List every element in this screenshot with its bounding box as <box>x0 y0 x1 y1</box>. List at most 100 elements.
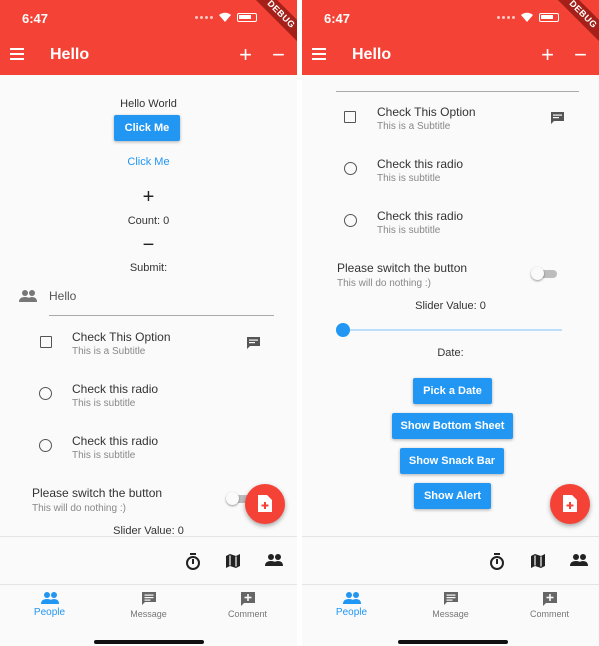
text-field-value: Hello <box>49 289 77 303</box>
nav-item-comment[interactable]: Comment <box>500 591 599 619</box>
phone-screen-left: 6:47 DEBUG Hello + − Hello World Click M… <box>0 0 297 646</box>
checkbox[interactable] <box>40 336 52 348</box>
home-indicator[interactable] <box>94 640 204 644</box>
radio-tile-2[interactable]: Check this radio This is subtitle <box>0 434 297 474</box>
nav-item-message[interactable]: Message <box>401 591 500 619</box>
slider-track <box>336 329 562 331</box>
show-alert-button[interactable]: Show Alert <box>414 483 491 509</box>
app-bar-title: Hello <box>352 46 392 63</box>
radio-1-title: Check this radio <box>72 382 159 396</box>
date-label: Date: <box>437 347 464 359</box>
radio-2-title: Check this radio <box>377 209 464 223</box>
status-time: 6:47 <box>22 11 49 26</box>
add-icon[interactable]: + <box>541 44 554 66</box>
menu-icon[interactable] <box>312 48 326 60</box>
scroll-content[interactable]: Hello World Click Me Click Me + Count: 0… <box>0 75 297 536</box>
click-me-link-button[interactable]: Click Me <box>0 156 297 168</box>
note-add-icon <box>258 495 272 512</box>
pick-date-button[interactable]: Pick a Date <box>413 378 492 404</box>
value-slider[interactable] <box>336 323 562 337</box>
radio-tile-2[interactable]: Check this radio This is subtitle <box>302 209 599 249</box>
people-icon <box>342 592 361 604</box>
text-field-underline <box>336 91 579 92</box>
remove-icon[interactable]: − <box>272 44 285 66</box>
text-field-underline <box>49 315 274 316</box>
radio-2-subtitle: This is subtitle <box>377 225 441 236</box>
nav-item-message[interactable]: Message <box>99 591 198 619</box>
check-option-tile[interactable]: Check This Option This is a Subtitle <box>302 105 599 145</box>
count-label: Count: 0 <box>127 215 170 227</box>
show-snack-bar-button[interactable]: Show Snack Bar <box>400 448 504 474</box>
nav-label-message: Message <box>130 609 167 619</box>
signal-icon <box>195 15 213 19</box>
add-file-fab[interactable] <box>245 484 285 524</box>
submit-label: Submit: <box>129 262 168 274</box>
radio-1-subtitle: This is subtitle <box>72 398 136 409</box>
radio-2-subtitle: This is subtitle <box>72 450 136 461</box>
switch-title: Please switch the button <box>32 486 163 500</box>
slider-value-label: Slider Value: 0 <box>415 300 486 312</box>
app-bar: 6:47 DEBUG Hello + − <box>0 0 297 75</box>
message-icon <box>443 592 458 605</box>
toggle-switch[interactable] <box>531 267 557 280</box>
debug-banner: DEBUG <box>247 0 297 49</box>
switch-subtitle: This will do nothing :) <box>32 503 126 514</box>
home-indicator[interactable] <box>398 640 508 644</box>
show-bottom-sheet-button[interactable]: Show Bottom Sheet <box>392 413 513 439</box>
add-file-fab[interactable] <box>550 484 590 524</box>
wifi-icon <box>521 12 533 22</box>
app-bar-title: Hello <box>50 46 90 63</box>
battery-icon <box>539 12 559 22</box>
switch-title: Please switch the button <box>337 261 468 275</box>
timer-icon[interactable] <box>185 553 201 570</box>
app-bar: 6:47 DEBUG Hello + − <box>302 0 599 75</box>
nav-label-comment: Comment <box>227 609 267 619</box>
slider-thumb[interactable] <box>336 323 350 337</box>
people-icon <box>40 592 59 604</box>
nav-item-people[interactable]: People <box>0 591 99 618</box>
nav-item-comment[interactable]: Comment <box>198 591 297 619</box>
hello-text-field[interactable]: Hello <box>18 285 274 317</box>
signal-icon <box>497 15 515 19</box>
click-me-button[interactable]: Click Me <box>114 115 180 141</box>
timer-icon[interactable] <box>489 553 505 570</box>
increment-button[interactable]: + <box>0 187 297 207</box>
radio-tile-1[interactable]: Check this radio This is subtitle <box>0 382 297 422</box>
nav-label-people: People <box>335 607 368 618</box>
battery-icon <box>237 12 257 22</box>
check-option-tile[interactable]: Check This Option This is a Subtitle <box>0 330 297 370</box>
status-icons <box>497 12 559 22</box>
radio-button[interactable] <box>39 387 52 400</box>
nav-label-message: Message <box>432 609 469 619</box>
map-icon[interactable] <box>225 553 241 569</box>
decrement-button[interactable]: − <box>0 235 297 255</box>
radio-button[interactable] <box>344 162 357 175</box>
bottom-navigation-bar: People Message Comment <box>302 584 599 646</box>
chat-icon <box>551 112 564 124</box>
radio-button[interactable] <box>39 439 52 452</box>
check-option-subtitle: This is a Subtitle <box>377 121 451 132</box>
add-icon[interactable]: + <box>239 44 252 66</box>
map-icon[interactable] <box>530 553 546 569</box>
menu-icon[interactable] <box>10 48 24 60</box>
remove-icon[interactable]: − <box>574 44 587 66</box>
status-time: 6:47 <box>324 11 351 26</box>
add-comment-icon <box>240 592 255 606</box>
scroll-content[interactable]: Check This Option This is a Subtitle Che… <box>302 75 599 536</box>
people-icon[interactable] <box>569 553 589 567</box>
bottom-toolbar <box>302 536 599 584</box>
note-add-icon <box>563 495 577 512</box>
radio-button[interactable] <box>344 214 357 227</box>
radio-1-title: Check this radio <box>377 157 464 171</box>
hello-world-text: Hello World <box>120 98 177 110</box>
nav-label-people: People <box>33 607 66 618</box>
nav-item-people[interactable]: People <box>302 591 401 618</box>
radio-tile-1[interactable]: Check this radio This is subtitle <box>302 157 599 197</box>
nav-label-comment: Comment <box>529 609 569 619</box>
checkbox[interactable] <box>344 111 356 123</box>
people-icon <box>19 290 37 302</box>
phone-screen-right: 6:47 DEBUG Hello + − Check This Option T… <box>302 0 599 646</box>
debug-banner: DEBUG <box>549 0 599 49</box>
check-option-title: Check This Option <box>377 105 476 119</box>
people-icon[interactable] <box>264 553 284 567</box>
